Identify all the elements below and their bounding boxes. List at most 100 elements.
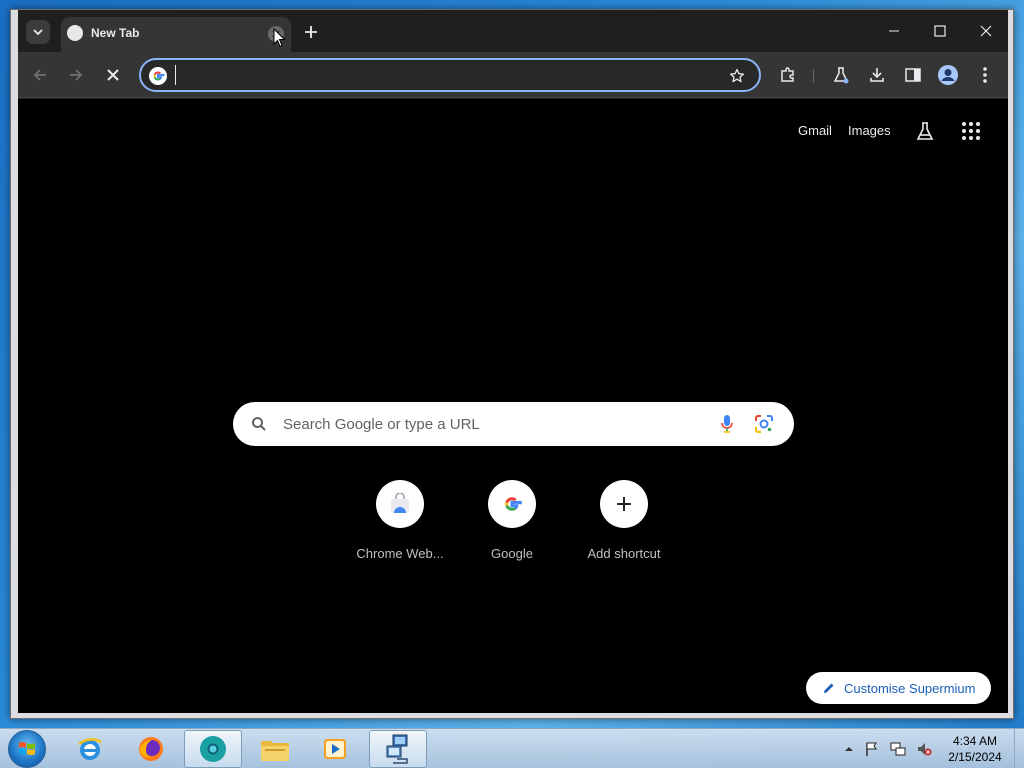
flask-icon (833, 67, 849, 84)
apps-dot (962, 122, 966, 126)
chevron-down-icon (33, 29, 43, 36)
maximize-button[interactable] (920, 18, 960, 44)
clock-time: 4:34 AM (952, 734, 998, 748)
flask-icon (916, 122, 934, 140)
shortcut-tile[interactable]: Chrome Web... (344, 480, 456, 570)
apps-dot (976, 129, 980, 133)
system-clock[interactable]: 4:34 AM 2/15/2024 (940, 733, 1010, 765)
google-lens-icon (755, 415, 773, 433)
taskbar-supermium[interactable] (184, 730, 242, 768)
new-tab-button[interactable] (301, 22, 321, 42)
apps-dot (976, 136, 980, 140)
address-bar[interactable] (139, 58, 761, 92)
clock-date: 2/15/2024 (948, 750, 1002, 764)
pencil-icon (824, 683, 834, 693)
close-icon (980, 25, 992, 37)
lens-search-button[interactable] (753, 413, 775, 435)
labs-button[interactable] (829, 63, 853, 87)
shortcut-label: Chrome Web... (356, 546, 444, 561)
network-app-icon (386, 734, 408, 764)
stop-loading-button[interactable] (101, 63, 125, 87)
taskbar-file-explorer[interactable] (246, 730, 304, 768)
bookmark-star-button[interactable] (727, 66, 747, 86)
show-desktop-button[interactable] (1014, 729, 1024, 768)
google-apps-button[interactable] (962, 122, 980, 140)
apps-dot (962, 129, 966, 133)
side-panel-icon (905, 68, 921, 82)
puzzle-icon (781, 67, 794, 82)
maximize-icon (934, 25, 946, 37)
download-icon (870, 68, 884, 82)
arrow-right-icon (70, 69, 83, 81)
forward-button[interactable] (64, 63, 88, 87)
action-center-flag-icon[interactable] (864, 741, 880, 757)
plus-icon (305, 26, 317, 38)
volume-muted-icon[interactable] (916, 741, 932, 757)
apps-dot (976, 122, 980, 126)
tab-new-tab[interactable]: New Tab (61, 17, 291, 52)
taskbar-internet-explorer[interactable] (61, 730, 119, 768)
customise-button[interactable]: Customise Supermium (806, 672, 991, 704)
system-tray (844, 741, 932, 757)
profile-button[interactable] (936, 63, 960, 87)
taskbar-media-player[interactable] (306, 730, 364, 768)
toolbar-separator (813, 69, 814, 83)
shortcut-label: Add shortcut (587, 546, 661, 561)
tab-favicon-icon (67, 25, 83, 41)
customise-label: Customise Supermium (844, 680, 976, 696)
search-icon (249, 414, 269, 434)
plus-icon (600, 480, 648, 528)
start-button[interactable] (8, 730, 46, 768)
add-shortcut-tile[interactable]: Add shortcut (568, 480, 680, 570)
media-player-icon (324, 739, 346, 759)
downloads-button[interactable] (865, 63, 889, 87)
new-tab-page: Gmail Images Search Google or type a URL… (18, 99, 1008, 713)
ntp-search-box[interactable] (233, 402, 794, 446)
tab-strip: New Tab (18, 10, 1008, 52)
google-icon (488, 480, 536, 528)
windows-logo-icon (19, 742, 35, 755)
tab-search-button[interactable] (26, 20, 50, 44)
show-hidden-icons-icon[interactable] (844, 744, 854, 754)
tab-title: New Tab (91, 26, 140, 40)
address-input[interactable] (175, 65, 715, 85)
shortcut-label: Google (491, 546, 533, 561)
microphone-icon (721, 415, 733, 433)
images-link[interactable]: Images (848, 123, 891, 138)
mouse-cursor-icon (273, 28, 286, 48)
gmail-link[interactable]: Gmail (798, 123, 832, 138)
taskbar-network-app[interactable] (369, 730, 427, 768)
file-explorer-icon (261, 741, 289, 761)
arrow-left-icon (33, 69, 46, 81)
apps-dot (969, 129, 973, 133)
taskbar-firefox[interactable] (122, 730, 180, 768)
google-icon (149, 67, 167, 85)
search-labs-button[interactable] (914, 120, 936, 142)
apps-dot (969, 136, 973, 140)
taskbar: 4:34 AM 2/15/2024 (0, 728, 1024, 768)
network-icon[interactable] (890, 741, 906, 757)
chrome-web-store-icon (376, 480, 424, 528)
browser-toolbar (18, 52, 1008, 98)
apps-dot (962, 136, 966, 140)
window-close-button[interactable] (966, 18, 1006, 44)
side-panel-button[interactable] (901, 63, 925, 87)
avatar-icon (938, 65, 958, 85)
star-icon (729, 68, 745, 83)
back-button[interactable] (28, 63, 52, 87)
minimize-button[interactable] (874, 18, 914, 44)
voice-search-button[interactable] (717, 413, 737, 435)
more-vertical-icon (983, 67, 987, 83)
firefox-icon (139, 737, 163, 761)
chrome-icon (200, 736, 226, 762)
apps-dot (969, 122, 973, 126)
shortcut-tile[interactable]: Google (456, 480, 568, 570)
ntp-search-input[interactable] (283, 412, 703, 436)
internet-explorer-icon (78, 738, 102, 760)
browser-frame: New Tab Gmail Images Search Google or ty… (18, 10, 1008, 713)
close-icon (107, 69, 119, 81)
browser-window: New Tab Gmail Images Search Google or ty… (10, 9, 1014, 719)
extensions-button[interactable] (776, 63, 800, 87)
browser-menu-button[interactable] (973, 63, 997, 87)
minimize-icon (889, 30, 899, 32)
